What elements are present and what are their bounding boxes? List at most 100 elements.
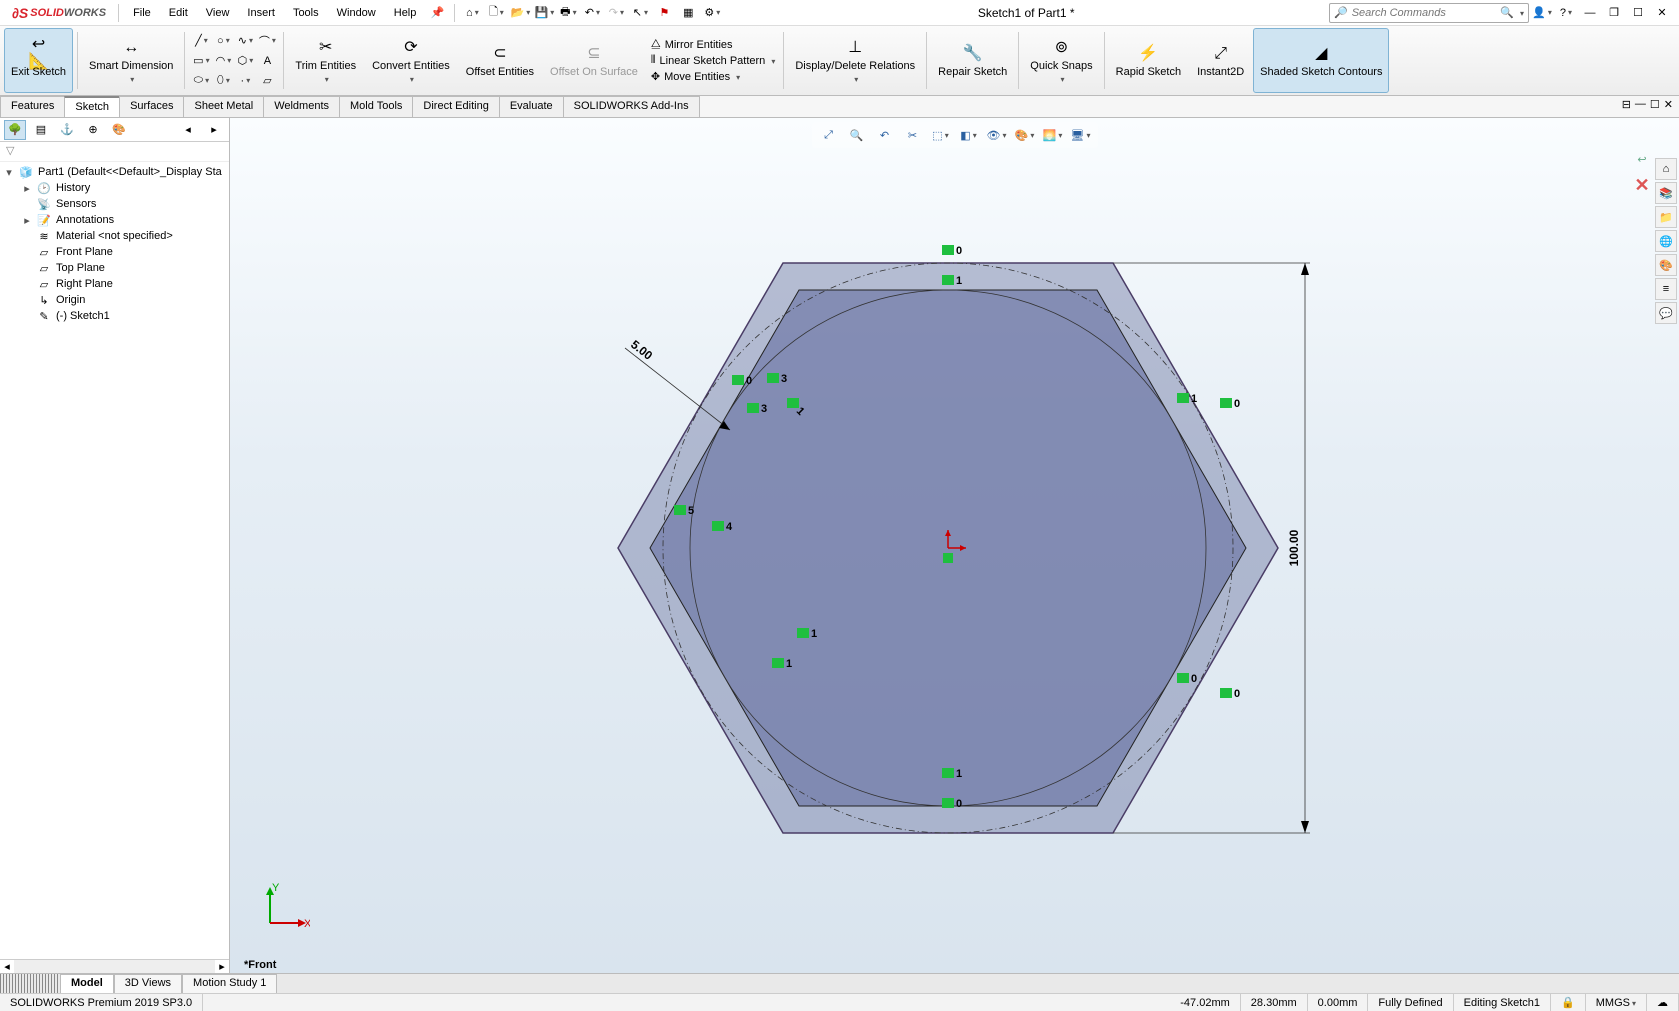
tree-material[interactable]: ≋Material <not specified> bbox=[0, 228, 229, 244]
panel-right-icon[interactable]: ▸ bbox=[203, 120, 225, 140]
help-icon[interactable]: ? bbox=[1555, 2, 1577, 24]
menu-window[interactable]: Window bbox=[329, 3, 384, 23]
spline-tool-icon[interactable]: ∿ bbox=[235, 32, 255, 50]
rebuild-icon[interactable]: ⚑ bbox=[653, 2, 675, 24]
tab-weldments[interactable]: Weldments bbox=[263, 96, 340, 117]
menu-file[interactable]: File bbox=[125, 3, 159, 23]
user-icon[interactable]: 👤 bbox=[1531, 2, 1553, 24]
tree-right-plane[interactable]: ▱Right Plane bbox=[0, 276, 229, 292]
tree-history[interactable]: ▸🕑History bbox=[0, 180, 229, 196]
tab-direct-editing[interactable]: Direct Editing bbox=[412, 96, 499, 117]
graphics-area[interactable]: ⤢ 🔍 ↶ ✂ ⬚ ◧ 👁 🎨 🌅 🖥 ↩ ✕ ⌂ 📚 📁 🌐 🎨 ≡ 💬 bbox=[230, 118, 1679, 973]
print-icon[interactable]: 🖶 bbox=[557, 2, 579, 24]
undo-icon[interactable]: ↶ bbox=[581, 2, 603, 24]
rectangle-tool-icon[interactable]: ▭ bbox=[191, 52, 211, 70]
rapid-sketch-button[interactable]: ⚡ Rapid Sketch bbox=[1109, 28, 1188, 93]
convert-entities-button[interactable]: ⟳ Convert Entities bbox=[365, 28, 457, 93]
doc-collapse-icon[interactable]: ⊟ bbox=[1622, 98, 1631, 115]
window-close-icon[interactable]: ✕ bbox=[1651, 2, 1673, 24]
bottom-tab-model[interactable]: Model bbox=[60, 974, 114, 993]
window-restore-icon[interactable]: ❐ bbox=[1603, 2, 1625, 24]
status-lock-icon[interactable]: 🔒 bbox=[1551, 994, 1586, 1011]
text-tool-icon[interactable]: A bbox=[257, 52, 277, 70]
display-relations-button[interactable]: ⊥ Display/Delete Relations bbox=[788, 28, 922, 93]
menu-help[interactable]: Help bbox=[386, 3, 425, 23]
linear-pattern-button[interactable]: ⫴Linear Sketch Pattern bbox=[647, 53, 779, 68]
instant2d-button[interactable]: ⤢ Instant2D bbox=[1190, 28, 1251, 93]
menubar: ∂S SOLIDWORKS File Edit View Insert Tool… bbox=[0, 0, 1679, 26]
new-icon[interactable]: 🗋 bbox=[485, 2, 507, 24]
search-go-icon[interactable]: 🔍 bbox=[1500, 6, 1514, 19]
tree-sketch1[interactable]: ✎(-) Sketch1 bbox=[0, 308, 229, 324]
fillet-tool-icon[interactable]: ⌒ bbox=[257, 32, 277, 50]
arc-tool-icon[interactable]: ◠ bbox=[213, 52, 233, 70]
menu-insert[interactable]: Insert bbox=[239, 3, 283, 23]
tree-root[interactable]: ▾🧊 Part1 (Default<<Default>_Display Sta bbox=[0, 164, 229, 180]
menu-tools[interactable]: Tools bbox=[285, 3, 327, 23]
status-cloud-icon[interactable]: ☁ bbox=[1647, 994, 1679, 1011]
search-commands[interactable]: 🔎 🔍 bbox=[1329, 3, 1529, 23]
tab-surfaces[interactable]: Surfaces bbox=[119, 96, 184, 117]
trim-entities-button[interactable]: ✂ Trim Entities bbox=[288, 28, 363, 93]
tab-mold-tools[interactable]: Mold Tools bbox=[339, 96, 413, 117]
tab-sheet-metal[interactable]: Sheet Metal bbox=[183, 96, 264, 117]
repair-sketch-button[interactable]: 🔧 Repair Sketch bbox=[931, 28, 1014, 93]
timeline-handle[interactable] bbox=[0, 974, 60, 993]
hscroll-right-icon[interactable]: ▸ bbox=[215, 960, 229, 973]
tab-addins[interactable]: SOLIDWORKS Add-Ins bbox=[563, 96, 700, 117]
tab-sketch[interactable]: Sketch bbox=[64, 96, 120, 117]
point-tool-icon[interactable]: · bbox=[235, 72, 255, 90]
tab-features[interactable]: Features bbox=[0, 96, 65, 117]
move-entities-button[interactable]: ✥Move Entities bbox=[647, 69, 779, 84]
app-logo: ∂S SOLIDWORKS bbox=[6, 5, 112, 21]
search-dropdown-icon[interactable] bbox=[1518, 7, 1524, 19]
doc-close-icon[interactable]: ✕ bbox=[1664, 98, 1673, 115]
mirror-entities-button[interactable]: ⧋Mirror Entities bbox=[647, 37, 779, 52]
home-icon[interactable]: ⌂ bbox=[461, 2, 483, 24]
line-tool-icon[interactable]: ╱ bbox=[191, 32, 211, 50]
tree-sensors[interactable]: 📡Sensors bbox=[0, 196, 229, 212]
exit-sketch-button[interactable]: ↩📐 Exit Sketch bbox=[4, 28, 73, 93]
save-icon[interactable]: 💾 bbox=[533, 2, 555, 24]
slot-tool-icon[interactable]: ⬭ bbox=[191, 72, 211, 90]
bottom-tab-3dviews[interactable]: 3D Views bbox=[114, 974, 182, 993]
plane-tool-icon[interactable]: ▱ bbox=[257, 72, 277, 90]
window-minimize-icon[interactable]: — bbox=[1579, 2, 1601, 24]
tree-origin[interactable]: ↳Origin bbox=[0, 292, 229, 308]
redo-icon[interactable]: ↷ bbox=[605, 2, 627, 24]
ellipse-tool-icon[interactable]: ⬯ bbox=[213, 72, 233, 90]
history-icon: 🕑 bbox=[36, 181, 52, 195]
config-tab-icon[interactable]: ⚓ bbox=[56, 120, 78, 140]
options-icon[interactable]: ▦ bbox=[677, 2, 699, 24]
status-units[interactable]: MMGS bbox=[1586, 994, 1647, 1011]
select-icon[interactable]: ↖ bbox=[629, 2, 651, 24]
svg-text:1: 1 bbox=[956, 275, 962, 287]
doc-maximize-icon[interactable]: ☐ bbox=[1650, 98, 1660, 115]
dimxpert-tab-icon[interactable]: ⊕ bbox=[82, 120, 104, 140]
feature-tree-tab-icon[interactable]: 🌳 bbox=[4, 120, 26, 140]
offset-entities-button[interactable]: ⊂ Offset Entities bbox=[459, 28, 541, 93]
bottom-tab-motion[interactable]: Motion Study 1 bbox=[182, 974, 277, 993]
settings-icon[interactable]: ⚙ bbox=[701, 2, 723, 24]
doc-minimize-icon[interactable]: — bbox=[1635, 98, 1646, 115]
circle-tool-icon[interactable]: ○ bbox=[213, 32, 233, 50]
filter-row[interactable]: ▽ bbox=[0, 142, 229, 162]
tab-evaluate[interactable]: Evaluate bbox=[499, 96, 564, 117]
smart-dimension-button[interactable]: ↔ Smart Dimension bbox=[82, 28, 180, 93]
menu-view[interactable]: View bbox=[198, 3, 238, 23]
tree-annotations[interactable]: ▸📝Annotations bbox=[0, 212, 229, 228]
property-tab-icon[interactable]: ▤ bbox=[30, 120, 52, 140]
hscroll-left-icon[interactable]: ◂ bbox=[0, 960, 14, 973]
tree-top-plane[interactable]: ▱Top Plane bbox=[0, 260, 229, 276]
display-tab-icon[interactable]: 🎨 bbox=[108, 120, 130, 140]
pin-icon[interactable]: 📌 bbox=[426, 2, 448, 24]
panel-left-icon[interactable]: ◂ bbox=[177, 120, 199, 140]
tree-front-plane[interactable]: ▱Front Plane bbox=[0, 244, 229, 260]
menu-edit[interactable]: Edit bbox=[161, 3, 196, 23]
shaded-contours-button[interactable]: ◢ Shaded Sketch Contours bbox=[1253, 28, 1389, 93]
search-input[interactable] bbox=[1352, 7, 1497, 19]
open-icon[interactable]: 📂 bbox=[509, 2, 531, 24]
window-maximize-icon[interactable]: ☐ bbox=[1627, 2, 1649, 24]
polygon-tool-icon[interactable]: ⬡ bbox=[235, 52, 255, 70]
quick-snaps-button[interactable]: ⊚ Quick Snaps bbox=[1023, 28, 1099, 93]
